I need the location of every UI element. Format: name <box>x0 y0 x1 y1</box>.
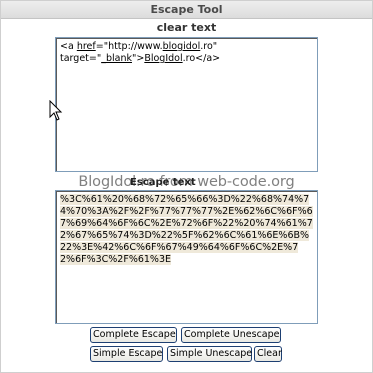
clear-line1-suffix: .ro" <box>200 41 218 52</box>
clear-line2-prefix: target=" <box>60 53 102 64</box>
simple-escape-button[interactable]: Simple Escape <box>90 346 163 362</box>
clear-line2-blank: _blank <box>101 53 132 64</box>
simple-unescape-button[interactable]: Simple Unescape <box>167 346 252 362</box>
clear-line1-domain: blogidol <box>162 41 201 52</box>
clear-line2-mid: "> <box>131 53 145 64</box>
clear-line1-url: ="http://www. <box>95 41 163 52</box>
complete-unescape-button[interactable]: Complete Unescape <box>181 327 281 343</box>
escaped-output: %3C%61%20%68%72%65%66%3D%22%68%74%74%70%… <box>60 194 313 265</box>
clear-line2-link: BlogIdol <box>144 53 183 64</box>
complete-escape-button[interactable]: Complete Escape <box>90 327 177 343</box>
clear-line2-suffix: .ro</a> <box>182 53 221 64</box>
clear-button[interactable]: Clear <box>254 346 282 362</box>
clear-line1-prefix: <a <box>60 41 77 52</box>
clear-text-label: clear text <box>156 21 217 34</box>
clear-line1-href: href <box>76 41 96 52</box>
clear-text-area[interactable]: <a href="http://www.blogidol.ro" target=… <box>55 37 318 172</box>
window-title: Escape Tool <box>1 1 372 19</box>
escape-text-area[interactable]: %3C%61%20%68%72%65%66%3D%22%68%74%74%70%… <box>55 190 318 324</box>
escape-text-label: Escape text <box>130 177 196 188</box>
mouse-pointer-icon <box>49 100 63 121</box>
